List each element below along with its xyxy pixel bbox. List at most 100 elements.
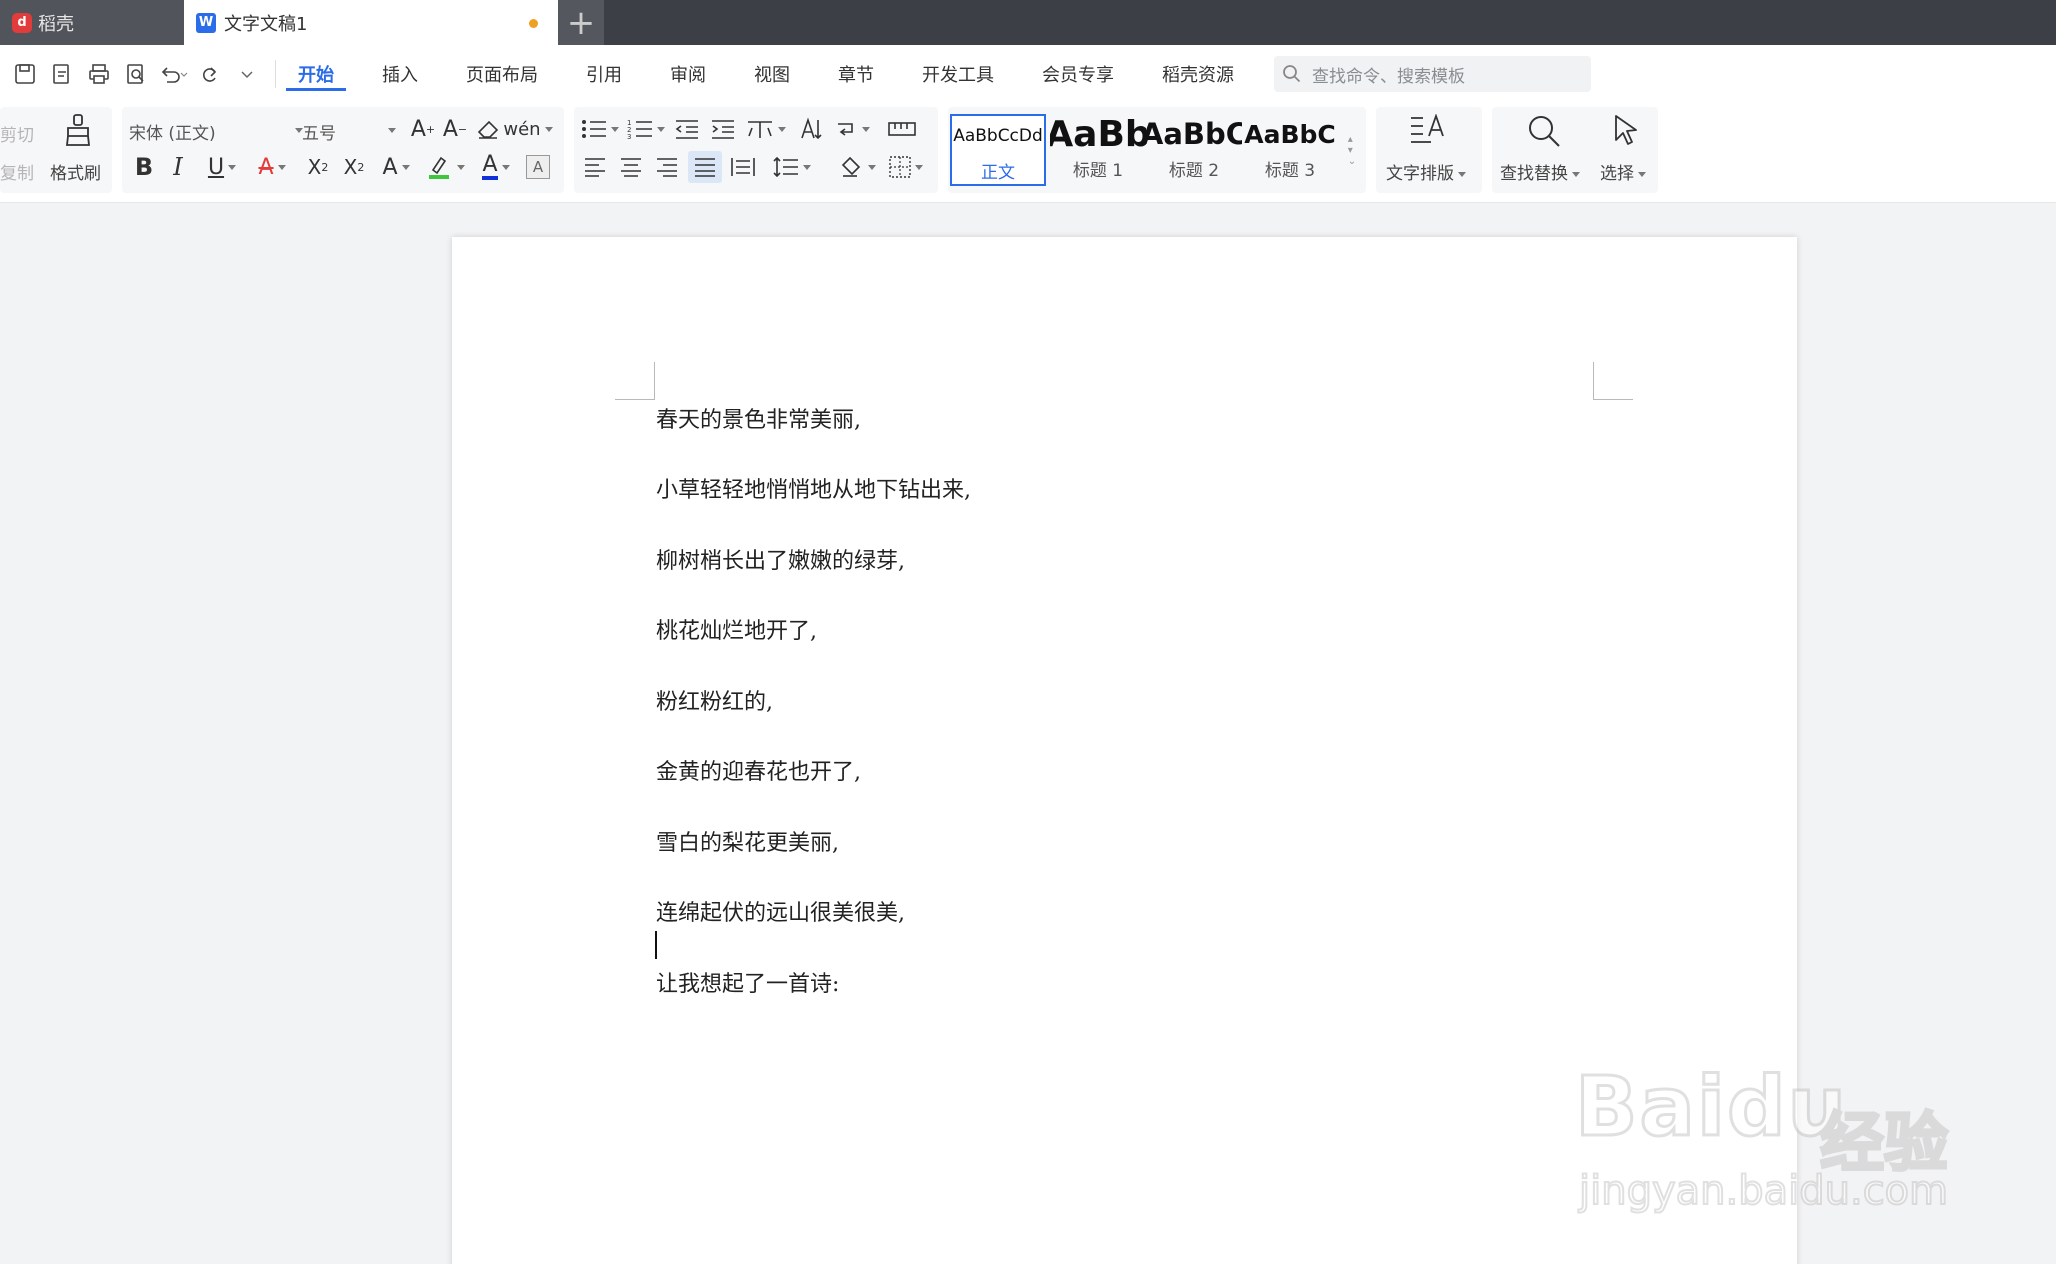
format-painter-icon[interactable]	[62, 113, 94, 147]
highlight-color-icon[interactable]	[426, 151, 466, 183]
phonetic-guide-icon[interactable]: wén	[503, 113, 553, 145]
select-button[interactable]: 选择	[1600, 159, 1646, 184]
watermark-brand: Baidu	[1573, 1059, 1849, 1157]
underline-icon[interactable]: U	[202, 151, 242, 183]
text-layout-icon[interactable]	[1408, 113, 1450, 149]
styles-more-icon[interactable]: ▴ ▾ ⌄	[1344, 117, 1360, 183]
watermark-url: jingyan.baidu.com	[1578, 1167, 1949, 1215]
clipboard-group: 剪切 复制 格式刷	[0, 107, 112, 193]
export-pdf-icon[interactable]	[43, 56, 80, 92]
menu-review[interactable]: 审阅	[658, 45, 718, 103]
paragraph-line[interactable]: 让我想起了一首诗:	[656, 966, 839, 998]
bold-icon[interactable]: B	[132, 151, 156, 183]
select-cursor-icon[interactable]	[1608, 113, 1642, 149]
table-grid-icon[interactable]	[884, 115, 920, 143]
command-search-placeholder: 查找命令、搜索模板	[1312, 66, 1465, 87]
decrease-indent-icon[interactable]	[672, 115, 702, 143]
paragraph-line[interactable]: 小草轻轻地悄悄地从地下钻出来,	[656, 472, 971, 504]
paragraph-marks-icon[interactable]	[830, 115, 874, 143]
align-left-icon[interactable]	[580, 153, 610, 181]
command-search-input[interactable]: 查找命令、搜索模板	[1274, 56, 1591, 92]
tab-document-label: 文字文稿1	[224, 13, 308, 35]
line-spacing-icon[interactable]	[770, 153, 814, 181]
print-preview-icon[interactable]	[117, 56, 154, 92]
grow-font-icon[interactable]: A +	[408, 113, 438, 145]
text-layout-label: 文字排版	[1386, 164, 1454, 184]
font-size-select[interactable]: 五号	[302, 119, 396, 144]
paragraph-line[interactable]: 桃花灿烂地开了,	[656, 613, 817, 645]
sort-icon[interactable]	[796, 115, 826, 143]
paragraph-line[interactable]: 春天的景色非常美丽,	[656, 402, 861, 434]
subscript-icon[interactable]: X2	[338, 151, 370, 183]
menu-references[interactable]: 引用	[574, 45, 634, 103]
find-replace-label: 查找替换	[1500, 164, 1568, 184]
menu-member[interactable]: 会员专享	[1030, 45, 1126, 103]
bullet-list-icon[interactable]	[580, 115, 620, 143]
style-heading-3-sample: AaBbC	[1244, 119, 1336, 149]
margin-corner-top-left	[615, 362, 655, 400]
text-effect-icon[interactable]: A	[376, 151, 416, 183]
tab-home-label: 稻壳	[38, 13, 74, 35]
menu-view[interactable]: 视图	[742, 45, 802, 103]
superscript-icon[interactable]: X2	[302, 151, 334, 183]
menu-bar: 开始 插入 页面布局 引用 审阅 视图 章节 开发工具 会员专享 稻壳资源 查找…	[0, 45, 2056, 103]
tab-home[interactable]: d 稻壳	[0, 0, 184, 45]
copy-button[interactable]: 复制	[0, 159, 34, 184]
italic-icon[interactable]: I	[166, 151, 190, 183]
paragraph-line[interactable]: 粉红粉红的,	[656, 684, 773, 716]
style-normal[interactable]: AaBbCcDd 正文	[950, 114, 1046, 186]
paragraph-line[interactable]: 雪白的梨花更美丽,	[656, 825, 839, 857]
quick-access-toolbar	[0, 56, 286, 92]
font-color-icon[interactable]: A	[476, 151, 516, 183]
text-cursor	[655, 931, 657, 959]
tab-document[interactable]: W 文字文稿1	[184, 0, 558, 45]
unsaved-indicator	[529, 19, 538, 28]
align-right-icon[interactable]	[652, 153, 682, 181]
character-border-icon[interactable]: A	[526, 155, 550, 179]
numbered-list-icon[interactable]: 123	[626, 115, 666, 143]
paragraph-line[interactable]: 柳树梢长出了嫩嫩的绿芽,	[656, 543, 905, 575]
menu-section[interactable]: 章节	[826, 45, 886, 103]
style-heading-3[interactable]: AaBbC 标题 3	[1242, 114, 1338, 186]
format-painter-label: 格式刷	[50, 164, 101, 184]
menu-developer[interactable]: 开发工具	[910, 45, 1006, 103]
print-icon[interactable]	[80, 56, 117, 92]
new-tab-button[interactable]: +	[558, 0, 604, 45]
justify-icon[interactable]	[688, 151, 722, 183]
distributed-align-icon[interactable]	[728, 153, 758, 181]
shading-icon[interactable]	[836, 153, 880, 181]
styles-group: AaBbCcDd 正文 AaBb 标题 1 AaBbC 标题 2 AaBbC 标…	[948, 107, 1366, 193]
tab-bar: d 稻壳 W 文字文稿1 +	[0, 0, 2056, 45]
font-name-value: 宋体 (正文)	[129, 124, 216, 144]
font-name-select[interactable]: 宋体 (正文)	[129, 119, 303, 144]
paragraph-line[interactable]: 金黄的迎春花也开了,	[656, 754, 861, 786]
redo-icon[interactable]	[191, 56, 228, 92]
search-icon	[1283, 65, 1301, 83]
undo-icon[interactable]	[154, 56, 191, 92]
align-center-icon[interactable]	[616, 153, 646, 181]
save-icon[interactable]	[6, 56, 43, 92]
borders-icon[interactable]	[884, 153, 928, 181]
cut-button[interactable]: 剪切	[0, 121, 34, 146]
menu-page-layout[interactable]: 页面布局	[454, 45, 550, 103]
strikethrough-icon[interactable]: A	[252, 151, 292, 183]
find-select-group: 查找替换 选择	[1492, 107, 1658, 193]
wps-logo-icon: d	[12, 12, 32, 33]
clear-format-icon[interactable]	[474, 115, 502, 143]
increase-indent-icon[interactable]	[708, 115, 738, 143]
customize-toolbar-icon[interactable]	[228, 56, 265, 92]
menu-home[interactable]: 开始	[286, 45, 346, 103]
menu-insert[interactable]: 插入	[370, 45, 430, 103]
style-heading-1[interactable]: AaBb 标题 1	[1050, 114, 1146, 186]
find-replace-icon[interactable]	[1524, 113, 1564, 149]
find-replace-button[interactable]: 查找替换	[1500, 159, 1580, 184]
style-heading-2[interactable]: AaBbC 标题 2	[1146, 114, 1242, 186]
style-heading-1-sample: AaBb	[1050, 114, 1146, 154]
style-normal-label: 正文	[981, 163, 1015, 183]
shrink-font-icon[interactable]: A −	[440, 113, 470, 145]
paragraph-line[interactable]: 连绵起伏的远山很美很美,	[656, 895, 905, 927]
text-layout-button[interactable]: 文字排版	[1386, 159, 1466, 184]
menu-docer[interactable]: 稻壳资源	[1150, 45, 1246, 103]
font-group: 宋体 (正文) 五号 A + A − wén B I U A X2 X2 A A A	[122, 107, 564, 193]
chinese-layout-icon[interactable]	[744, 115, 788, 143]
